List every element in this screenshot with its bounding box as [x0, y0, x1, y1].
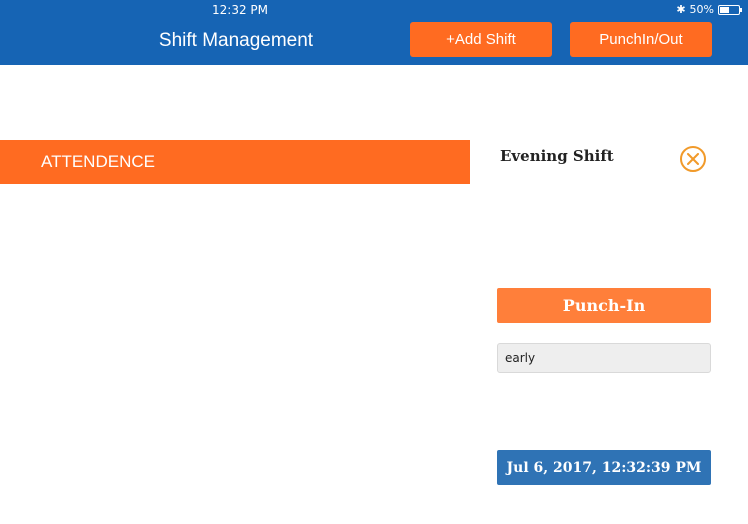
- close-icon: [687, 153, 699, 165]
- attendence-row[interactable]: ATTENDENCE: [0, 140, 470, 184]
- add-shift-button[interactable]: +Add Shift: [410, 22, 552, 57]
- close-circle-icon[interactable]: [680, 146, 706, 172]
- attendence-label: ATTENDENCE: [41, 152, 155, 171]
- punch-in-out-button[interactable]: PunchIn/Out: [570, 22, 712, 57]
- status-right: ✱ 50%: [676, 3, 742, 16]
- punch-in-button[interactable]: Punch-In: [497, 288, 711, 323]
- battery-percent: 50%: [689, 3, 714, 16]
- punch-status-field[interactable]: early: [497, 343, 711, 373]
- datetime-button[interactable]: Jul 6, 2017, 12:32:39 PM: [497, 450, 711, 485]
- bluetooth-icon: ✱: [676, 3, 686, 16]
- battery-icon: [718, 4, 742, 15]
- page-title: Shift Management: [158, 30, 314, 51]
- shift-title: Evening Shift: [500, 147, 614, 165]
- status-bar: 12:32 PM ✱ 50%: [0, 0, 748, 20]
- navigation-bar: Shift Management +Add Shift PunchIn/Out: [0, 20, 748, 65]
- status-time: 12:32 PM: [212, 3, 268, 17]
- battery-fill: [720, 6, 729, 13]
